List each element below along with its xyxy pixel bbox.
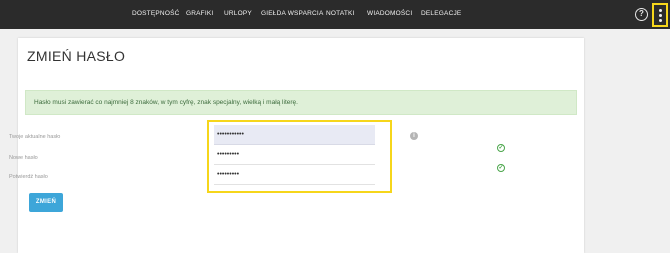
- current-password-field[interactable]: [214, 125, 375, 145]
- password-requirements-alert: Hasło musi zawierać co najmniej 8 znaków…: [25, 90, 577, 115]
- kebab-dot: [659, 9, 662, 12]
- nav-item-delegacje[interactable]: DELEGACJE: [421, 10, 461, 17]
- info-icon[interactable]: i: [410, 132, 418, 140]
- check-icon: ✓: [497, 144, 505, 152]
- top-navigation-bar: DOSTĘPNOŚĆ GRAFIKI URLOPY GIEŁDA WSPARCI…: [0, 0, 670, 29]
- new-password-label: Nowe hasło: [9, 155, 38, 161]
- kebab-dot: [659, 14, 662, 17]
- nav-item-urlopy[interactable]: URLOPY: [224, 10, 252, 17]
- help-icon[interactable]: ?: [635, 8, 648, 21]
- kebab-menu-icon[interactable]: [652, 3, 668, 27]
- new-password-field[interactable]: [214, 145, 375, 165]
- nav-item-wiadomosci[interactable]: WIADOMOŚCI: [367, 10, 412, 17]
- confirm-password-label: Potwierdź hasło: [9, 174, 48, 180]
- check-icon: ✓: [497, 164, 505, 172]
- confirm-password-field[interactable]: [214, 165, 375, 185]
- nav-item-notatki[interactable]: NOTATKI: [326, 10, 355, 17]
- current-password-label: Twoje aktualne hasło: [9, 134, 61, 140]
- nav-item-grafiki[interactable]: GRAFIKI: [186, 10, 213, 17]
- kebab-dot: [659, 19, 662, 22]
- change-password-button[interactable]: ZMIEŃ: [29, 193, 63, 212]
- nav-item-gielda-wsparcia[interactable]: GIEŁDA WSPARCIA: [261, 10, 323, 17]
- alert-text: Hasło musi zawierać co najmniej 8 znaków…: [34, 99, 298, 106]
- main-menu: DOSTĘPNOŚĆ GRAFIKI URLOPY GIEŁDA WSPARCI…: [0, 0, 670, 29]
- page-title: ZMIEŃ HASŁO: [27, 48, 126, 64]
- nav-item-dostepnosc[interactable]: DOSTĘPNOŚĆ: [132, 10, 180, 17]
